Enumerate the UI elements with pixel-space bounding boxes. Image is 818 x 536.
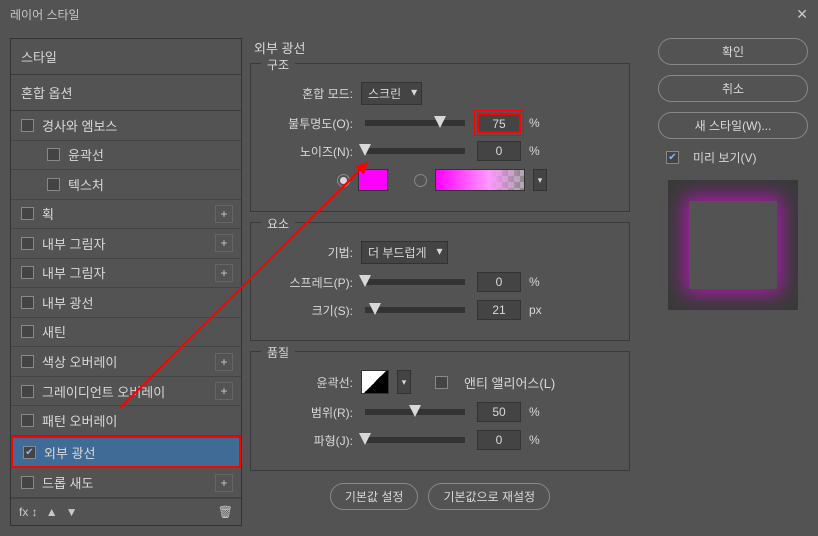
range-input[interactable]: 50 (477, 402, 521, 422)
sidebar-item-label: 내부 광선 (42, 293, 93, 312)
noise-unit: % (529, 144, 549, 158)
size-unit: px (529, 303, 549, 317)
content-title: 외부 광선 (250, 38, 650, 57)
trash-icon[interactable]: 🗑 (218, 505, 233, 519)
checkbox-icon[interactable] (21, 207, 34, 220)
ok-button[interactable]: 확인 (658, 38, 808, 65)
gradient-dropdown-icon[interactable]: ▾ (533, 169, 547, 191)
preview-toggle[interactable]: 미리 보기(V) (658, 149, 808, 166)
sidebar-item-label: 획 (42, 204, 54, 223)
checkbox-icon[interactable] (21, 266, 34, 279)
noise-input[interactable]: 0 (477, 141, 521, 161)
blend-mode-label: 혼합 모드: (265, 85, 353, 102)
sidebar-item-drop-shadow[interactable]: 드롭 새도 + (11, 468, 241, 498)
window-title: 레이어 스타일 (10, 6, 80, 23)
checkbox-icon[interactable] (21, 237, 34, 250)
cancel-button[interactable]: 취소 (658, 75, 808, 102)
checkbox-icon[interactable] (21, 385, 34, 398)
checkbox-icon[interactable] (47, 178, 60, 191)
spread-slider[interactable] (365, 279, 465, 285)
sidebar-footer: fx ↕ ▲ ▼ 🗑 (11, 498, 241, 525)
set-default-button[interactable]: 기본값 설정 (330, 483, 419, 510)
checkbox-icon[interactable] (666, 151, 679, 164)
checkbox-icon[interactable] (21, 119, 34, 132)
opacity-label: 불투명도(O): (265, 115, 353, 132)
preview-swatch (689, 201, 777, 289)
fx-menu-icon[interactable]: fx ↕ (19, 505, 38, 519)
sidebar-item-label: 패턴 오버레이 (42, 411, 117, 430)
sidebar-item-label: 경사와 엠보스 (42, 116, 117, 135)
noise-label: 노이즈(N): (265, 143, 353, 160)
blend-options-header[interactable]: 혼합 옵션 (11, 75, 241, 110)
plus-icon[interactable]: + (215, 474, 233, 492)
sidebar-item-label: 드롭 새도 (42, 473, 93, 492)
sidebar-item-outer-glow[interactable]: 외부 광선 (11, 436, 241, 469)
gradient-radio[interactable] (414, 174, 427, 187)
content-panel: 외부 광선 구조 혼합 모드: 스크린 불투명도(O): 75 % 노이즈(N)… (250, 38, 650, 526)
defaults-buttons: 기본값 설정 기본값으로 재설정 (250, 483, 630, 510)
contour-dropdown-icon[interactable]: ▾ (397, 370, 411, 394)
sidebar-item-bevel[interactable]: 경사와 엠보스 (11, 111, 241, 141)
titlebar: 레이어 스타일 ✕ (0, 0, 818, 28)
size-slider[interactable] (365, 307, 465, 313)
spread-unit: % (529, 275, 549, 289)
checkbox-icon[interactable] (23, 446, 36, 459)
jitter-input[interactable]: 0 (477, 430, 521, 450)
opacity-input[interactable]: 75 (477, 113, 521, 133)
right-column: 확인 취소 새 스타일(W)... 미리 보기(V) (658, 38, 808, 526)
new-style-button[interactable]: 새 스타일(W)... (658, 112, 808, 139)
sidebar-item-label: 텍스처 (68, 175, 104, 194)
preview-box (668, 180, 798, 310)
sidebar-item-label: 내부 그림자 (42, 263, 105, 282)
jitter-label: 파형(J): (265, 432, 353, 449)
sidebar-item-label: 내부 그림자 (42, 234, 105, 253)
main-container: 스타일 혼합 옵션 경사와 엠보스 윤곽선 텍스처 획 + 내부 그림자 + 내 (0, 28, 818, 536)
jitter-unit: % (529, 433, 549, 447)
anti-alias-checkbox[interactable] (435, 376, 448, 389)
jitter-slider[interactable] (365, 437, 465, 443)
spread-input[interactable]: 0 (477, 272, 521, 292)
opacity-unit: % (529, 116, 549, 130)
anti-alias-label: 앤티 앨리어스(L) (464, 373, 555, 392)
checkbox-icon[interactable] (21, 325, 34, 338)
arrow-up-icon[interactable]: ▲ (46, 505, 58, 519)
checkbox-icon[interactable] (21, 296, 34, 309)
arrow-down-icon[interactable]: ▼ (66, 505, 78, 519)
sidebar-item-label: 새틴 (42, 322, 66, 341)
opacity-slider[interactable] (365, 120, 465, 126)
checkbox-icon[interactable] (21, 476, 34, 489)
blend-mode-select[interactable]: 스크린 (361, 82, 422, 105)
range-unit: % (529, 405, 549, 419)
sidebar-item-label: 외부 광선 (44, 443, 95, 462)
checkbox-icon[interactable] (21, 355, 34, 368)
styles-header[interactable]: 스타일 (11, 39, 241, 74)
preview-label: 미리 보기(V) (693, 149, 757, 166)
sidebar-item-label: 색상 오버레이 (42, 352, 117, 371)
checkbox-icon[interactable] (21, 414, 34, 427)
checkbox-icon[interactable] (47, 148, 60, 161)
annotation-arrow (120, 158, 380, 418)
gradient-swatch[interactable] (435, 169, 525, 191)
noise-slider[interactable] (365, 148, 465, 154)
reset-default-button[interactable]: 기본값으로 재설정 (428, 483, 550, 510)
structure-title: 구조 (261, 56, 295, 73)
sidebar-item-label: 윤곽선 (68, 145, 104, 164)
range-slider[interactable] (365, 409, 465, 415)
close-icon[interactable]: ✕ (796, 6, 808, 23)
size-input[interactable]: 21 (477, 300, 521, 320)
